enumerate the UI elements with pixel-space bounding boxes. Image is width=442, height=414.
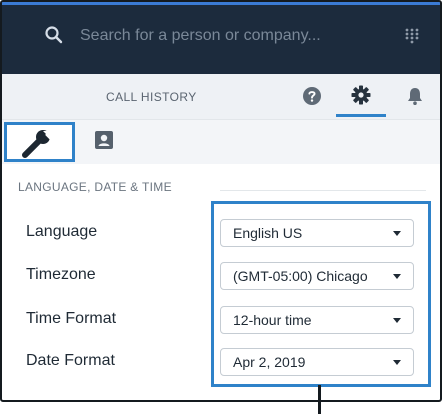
date-format-value: Apr 2, 2019: [233, 354, 306, 370]
language-value: English US: [233, 225, 303, 241]
language-label: Language: [26, 223, 98, 240]
timezone-value: (GMT-05:00) Chicago: [233, 268, 368, 284]
search-icon[interactable]: [44, 25, 64, 45]
time-format-label: Time Format: [26, 310, 117, 327]
language-select[interactable]: English US: [220, 219, 414, 247]
time-format-select[interactable]: 12-hour time: [220, 306, 414, 334]
date-format-select[interactable]: Apr 2, 2019: [220, 348, 414, 376]
chevron-down-icon: [393, 318, 401, 323]
settings-panel: CALL HISTORY: [0, 0, 442, 402]
search-header: [2, 2, 440, 74]
settings-subtabs: [2, 120, 440, 164]
chevron-down-icon: [393, 360, 401, 365]
bell-icon[interactable]: [406, 86, 424, 106]
section-title: LANGUAGE, DATE & TIME: [18, 180, 172, 194]
tab-call-history[interactable]: CALL HISTORY: [106, 90, 197, 104]
timezone-label: Timezone: [26, 266, 96, 283]
general-settings-tab[interactable]: [4, 122, 75, 162]
wrench-icon: [22, 130, 55, 158]
time-format-value: 12-hour time: [233, 312, 312, 328]
search-input[interactable]: [80, 23, 360, 49]
grid-icon[interactable]: [404, 27, 420, 45]
active-tab-indicator: [336, 114, 386, 117]
chevron-down-icon: [393, 274, 401, 279]
help-icon[interactable]: [302, 86, 322, 106]
contact-card-icon[interactable]: [94, 130, 114, 150]
callout-pointer: [318, 385, 321, 414]
section-divider: [220, 190, 426, 191]
tabs-bar: CALL HISTORY: [2, 74, 440, 120]
gear-icon[interactable]: [350, 84, 372, 106]
chevron-down-icon: [393, 231, 401, 236]
timezone-select[interactable]: (GMT-05:00) Chicago: [220, 262, 414, 290]
date-format-label: Date Format: [26, 352, 115, 369]
